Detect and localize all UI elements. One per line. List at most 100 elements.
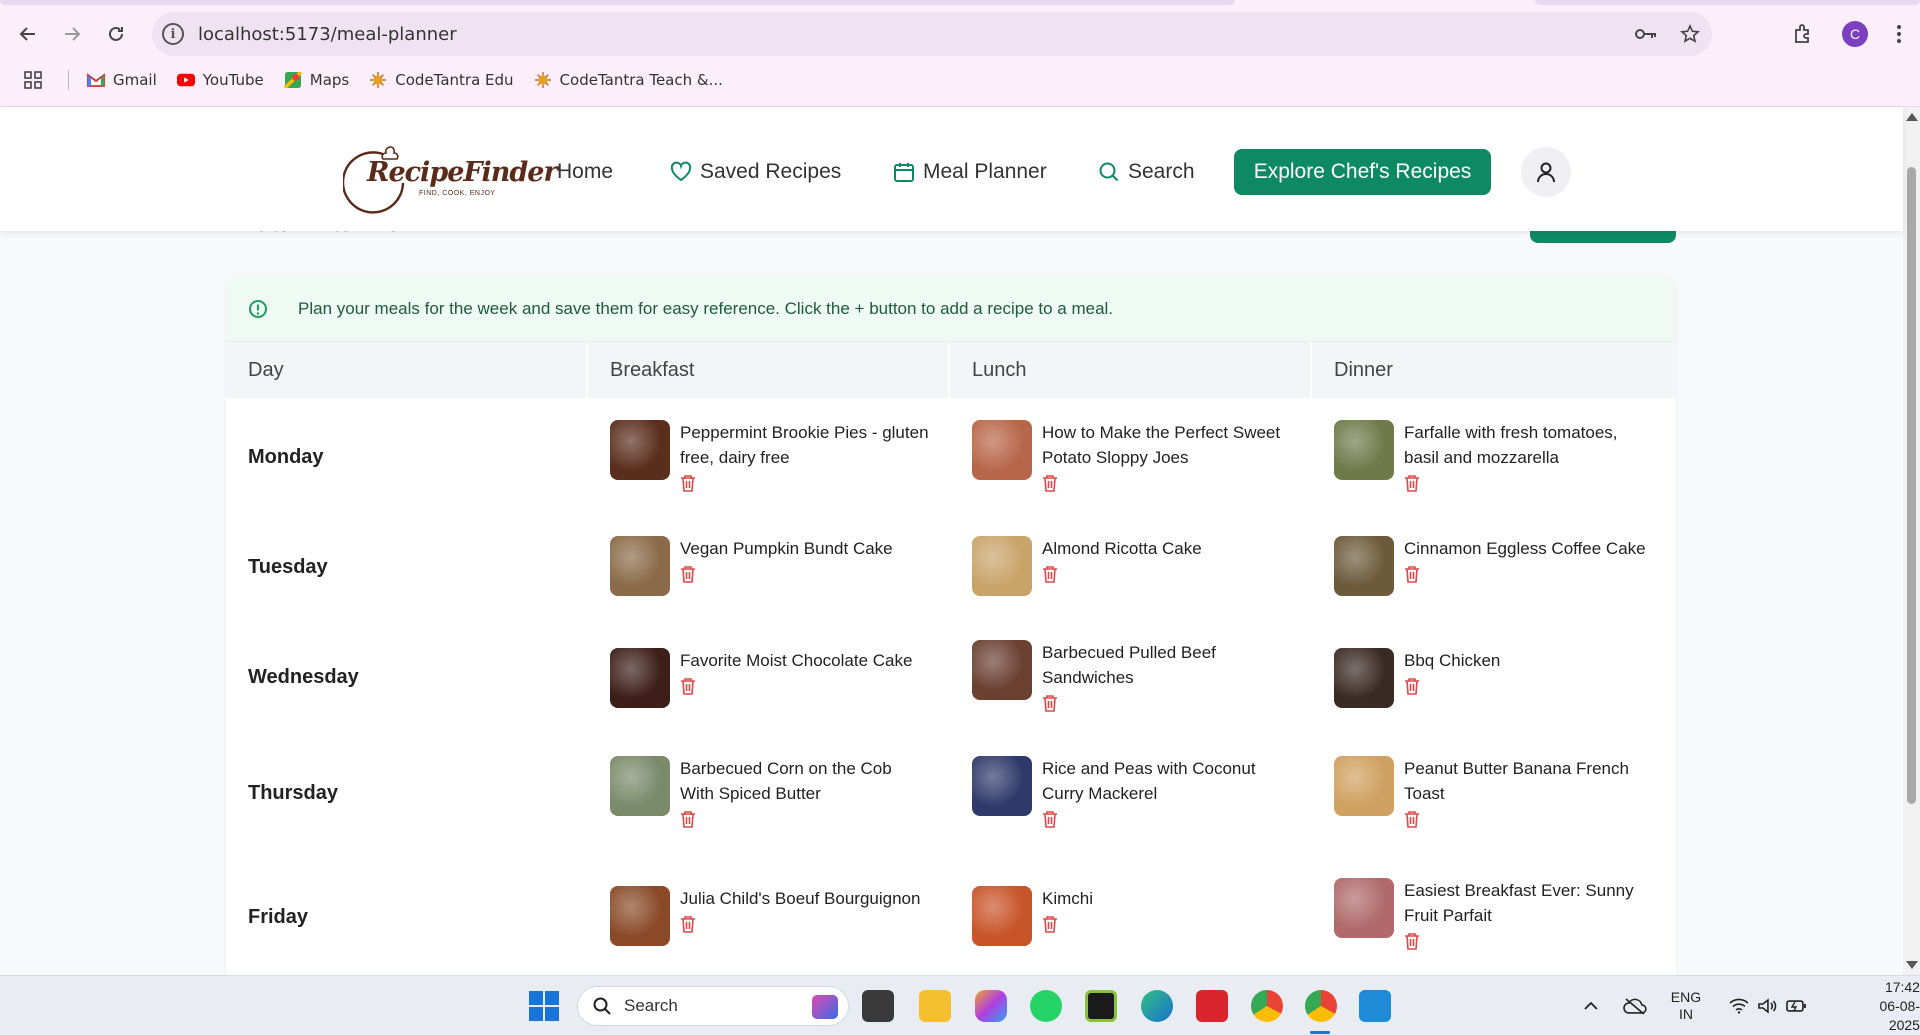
bookmark-codetantra-edu[interactable]: CodeTantra Edu — [369, 71, 514, 89]
save-plan-button[interactable] — [1530, 231, 1676, 243]
copilot-icon[interactable] — [975, 990, 1007, 1022]
menu-kebab-icon[interactable] — [1896, 24, 1902, 44]
url-text[interactable]: localhost:5173/meal-planner — [198, 24, 457, 45]
meal-item[interactable]: Almond Ricotta Cake — [972, 536, 1292, 596]
recipe-image[interactable] — [1334, 420, 1394, 480]
meal-item[interactable]: Favorite Moist Chocolate Cake — [610, 648, 930, 708]
recipe-image[interactable] — [972, 420, 1032, 480]
wifi-icon[interactable] — [1729, 998, 1749, 1014]
onedrive-icon[interactable] — [1623, 997, 1647, 1015]
trash-icon[interactable] — [1042, 810, 1058, 828]
back-button[interactable] — [10, 16, 46, 52]
meal-item[interactable]: Cinnamon Eggless Coffee Cake — [1334, 536, 1654, 596]
nav-home[interactable]: Home — [557, 149, 613, 195]
trash-icon[interactable] — [680, 915, 696, 933]
recipe-image[interactable] — [972, 640, 1032, 700]
meal-item[interactable]: Barbecued Corn on the Cob With Spiced Bu… — [610, 756, 930, 828]
scrollbar-thumb[interactable] — [1907, 167, 1916, 804]
recipe-name[interactable]: Farfalle with fresh tomatoes, basil and … — [1404, 420, 1654, 470]
user-profile-button[interactable] — [1521, 147, 1571, 197]
forward-button[interactable] — [54, 16, 90, 52]
chrome-profile-icon[interactable] — [1305, 990, 1337, 1022]
language-indicator[interactable]: ENG IN — [1671, 989, 1701, 1023]
profile-avatar[interactable]: C — [1842, 21, 1868, 47]
apps-grid-icon[interactable] — [24, 71, 42, 89]
address-bar[interactable]: i localhost:5173/meal-planner — [152, 12, 1712, 56]
trash-icon[interactable] — [1404, 810, 1420, 828]
trash-icon[interactable] — [1042, 565, 1058, 583]
vscode-icon[interactable] — [1359, 990, 1391, 1022]
recipe-name[interactable]: Bbq Chicken — [1404, 648, 1654, 673]
trash-icon[interactable] — [1042, 915, 1058, 933]
nav-meal-planner[interactable]: Meal Planner — [893, 149, 1047, 195]
bookmark-star-icon[interactable] — [1680, 24, 1700, 44]
meal-item[interactable]: Easiest Breakfast Ever: Sunny Fruit Parf… — [1334, 878, 1654, 950]
page-scrollbar[interactable] — [1903, 107, 1920, 975]
site-info-icon[interactable]: i — [162, 23, 184, 45]
trash-icon[interactable] — [680, 565, 696, 583]
recipe-name[interactable]: Favorite Moist Chocolate Cake — [680, 648, 930, 673]
bookmark-maps[interactable]: Maps — [283, 71, 349, 89]
meal-item[interactable]: Peppermint Brookie Pies - gluten free, d… — [610, 420, 930, 492]
recipe-image[interactable] — [610, 536, 670, 596]
recipe-image[interactable] — [610, 648, 670, 708]
whatsapp-icon[interactable] — [1030, 990, 1062, 1022]
recipe-name[interactable]: Easiest Breakfast Ever: Sunny Fruit Parf… — [1404, 878, 1654, 928]
meal-item[interactable]: Julia Child's Boeuf Bourguignon — [610, 886, 930, 946]
trash-icon[interactable] — [1404, 932, 1420, 950]
browser-tab[interactable] — [1535, 0, 1920, 5]
trash-icon[interactable] — [1404, 565, 1420, 583]
recipe-image[interactable] — [972, 756, 1032, 816]
recipe-image[interactable] — [610, 420, 670, 480]
battery-icon[interactable] — [1785, 998, 1807, 1014]
trash-icon[interactable] — [1042, 694, 1058, 712]
trash-icon[interactable] — [1042, 474, 1058, 492]
recipe-image[interactable] — [610, 756, 670, 816]
scroll-up-arrow-icon[interactable] — [1906, 113, 1918, 121]
wps-office-icon[interactable] — [1196, 990, 1228, 1022]
meal-item[interactable]: Kimchi — [972, 886, 1292, 946]
recipe-name[interactable]: Vegan Pumpkin Bundt Cake — [680, 536, 930, 561]
recipe-name[interactable]: Peanut Butter Banana French Toast — [1404, 756, 1654, 806]
recipe-name[interactable]: Barbecued Pulled Beef Sandwiches — [1042, 640, 1292, 690]
recipe-image[interactable] — [1334, 648, 1394, 708]
trash-icon[interactable] — [680, 810, 696, 828]
recipe-name[interactable]: Peppermint Brookie Pies - gluten free, d… — [680, 420, 930, 470]
bookmark-youtube[interactable]: YouTube — [176, 71, 264, 89]
nav-saved-recipes[interactable]: Saved Recipes — [670, 149, 841, 195]
meal-item[interactable]: Barbecued Pulled Beef Sandwiches — [972, 640, 1292, 712]
extensions-icon[interactable] — [1792, 23, 1814, 45]
bookmark-gmail[interactable]: Gmail — [87, 71, 157, 89]
pycharm-icon[interactable] — [1085, 990, 1117, 1022]
bookmark-codetantra-teach[interactable]: CodeTantra Teach &... — [534, 71, 723, 89]
trash-icon[interactable] — [680, 677, 696, 695]
recipe-image[interactable] — [610, 886, 670, 946]
recipe-image[interactable] — [1334, 536, 1394, 596]
taskbar-search[interactable]: Search — [577, 986, 849, 1026]
site-logo[interactable]: RecipeFinder FIND, COOK, ENJOY — [343, 135, 558, 215]
trash-icon[interactable] — [1404, 677, 1420, 695]
windows-start-icon[interactable] — [529, 991, 559, 1021]
trash-icon[interactable] — [680, 474, 696, 492]
meal-item[interactable]: Rice and Peas with Coconut Curry Mackere… — [972, 756, 1292, 828]
task-view-icon[interactable] — [862, 990, 894, 1022]
recipe-name[interactable]: Barbecued Corn on the Cob With Spiced Bu… — [680, 756, 930, 806]
chevron-up-icon[interactable] — [1583, 1001, 1599, 1011]
reload-button[interactable] — [98, 16, 134, 52]
chrome-icon[interactable] — [1251, 990, 1283, 1022]
recipe-image[interactable] — [1334, 756, 1394, 816]
recipe-image[interactable] — [1334, 878, 1394, 938]
recipe-name[interactable]: Rice and Peas with Coconut Curry Mackere… — [1042, 756, 1292, 806]
recipe-image[interactable] — [972, 536, 1032, 596]
browser-tab[interactable] — [0, 0, 1235, 5]
scroll-down-arrow-icon[interactable] — [1906, 961, 1918, 969]
meal-item[interactable]: Farfalle with fresh tomatoes, basil and … — [1334, 420, 1654, 492]
recipe-name[interactable]: Almond Ricotta Cake — [1042, 536, 1292, 561]
meal-item[interactable]: Vegan Pumpkin Bundt Cake — [610, 536, 930, 596]
volume-icon[interactable] — [1757, 998, 1777, 1014]
meal-item[interactable]: Peanut Butter Banana French Toast — [1334, 756, 1654, 828]
explore-chefs-recipes-button[interactable]: Explore Chef's Recipes — [1234, 149, 1491, 195]
recipe-name[interactable]: Julia Child's Boeuf Bourguignon — [680, 886, 930, 911]
recipe-name[interactable]: Kimchi — [1042, 886, 1292, 911]
trash-icon[interactable] — [1404, 474, 1420, 492]
